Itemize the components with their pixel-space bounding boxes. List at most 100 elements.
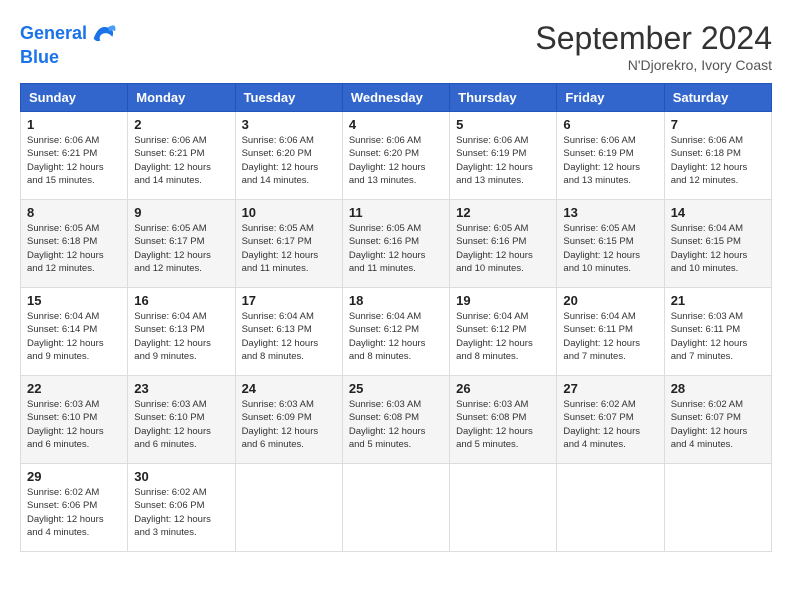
day-number: 24: [242, 381, 336, 396]
day-info: Sunrise: 6:04 AM Sunset: 6:14 PM Dayligh…: [27, 310, 121, 363]
day-info: Sunrise: 6:06 AM Sunset: 6:19 PM Dayligh…: [563, 134, 657, 187]
calendar-week-row: 22 Sunrise: 6:03 AM Sunset: 6:10 PM Dayl…: [21, 376, 772, 464]
calendar-day-cell: 26 Sunrise: 6:03 AM Sunset: 6:08 PM Dayl…: [450, 376, 557, 464]
day-number: 23: [134, 381, 228, 396]
calendar-header-monday: Monday: [128, 84, 235, 112]
day-info: Sunrise: 6:05 AM Sunset: 6:16 PM Dayligh…: [456, 222, 550, 275]
day-info: Sunrise: 6:04 AM Sunset: 6:12 PM Dayligh…: [349, 310, 443, 363]
calendar-day-cell: 16 Sunrise: 6:04 AM Sunset: 6:13 PM Dayl…: [128, 288, 235, 376]
calendar-day-cell: 20 Sunrise: 6:04 AM Sunset: 6:11 PM Dayl…: [557, 288, 664, 376]
day-info: Sunrise: 6:06 AM Sunset: 6:21 PM Dayligh…: [27, 134, 121, 187]
calendar-header-sunday: Sunday: [21, 84, 128, 112]
calendar-day-cell: 5 Sunrise: 6:06 AM Sunset: 6:19 PM Dayli…: [450, 112, 557, 200]
location: N'Djorekro, Ivory Coast: [535, 57, 772, 73]
day-number: 21: [671, 293, 765, 308]
day-info: Sunrise: 6:06 AM Sunset: 6:20 PM Dayligh…: [349, 134, 443, 187]
day-number: 29: [27, 469, 121, 484]
calendar-day-cell: 7 Sunrise: 6:06 AM Sunset: 6:18 PM Dayli…: [664, 112, 771, 200]
day-number: 16: [134, 293, 228, 308]
calendar-day-cell: 15 Sunrise: 6:04 AM Sunset: 6:14 PM Dayl…: [21, 288, 128, 376]
day-info: Sunrise: 6:03 AM Sunset: 6:10 PM Dayligh…: [27, 398, 121, 451]
day-number: 2: [134, 117, 228, 132]
logo-text: General Blue: [20, 20, 117, 68]
calendar-header-friday: Friday: [557, 84, 664, 112]
calendar-day-cell: 13 Sunrise: 6:05 AM Sunset: 6:15 PM Dayl…: [557, 200, 664, 288]
calendar-week-row: 8 Sunrise: 6:05 AM Sunset: 6:18 PM Dayli…: [21, 200, 772, 288]
calendar-day-cell: 23 Sunrise: 6:03 AM Sunset: 6:10 PM Dayl…: [128, 376, 235, 464]
day-info: Sunrise: 6:04 AM Sunset: 6:12 PM Dayligh…: [456, 310, 550, 363]
day-info: Sunrise: 6:02 AM Sunset: 6:07 PM Dayligh…: [671, 398, 765, 451]
calendar-week-row: 1 Sunrise: 6:06 AM Sunset: 6:21 PM Dayli…: [21, 112, 772, 200]
day-info: Sunrise: 6:05 AM Sunset: 6:15 PM Dayligh…: [563, 222, 657, 275]
day-info: Sunrise: 6:05 AM Sunset: 6:18 PM Dayligh…: [27, 222, 121, 275]
day-info: Sunrise: 6:05 AM Sunset: 6:17 PM Dayligh…: [242, 222, 336, 275]
day-info: Sunrise: 6:06 AM Sunset: 6:19 PM Dayligh…: [456, 134, 550, 187]
calendar-week-row: 15 Sunrise: 6:04 AM Sunset: 6:14 PM Dayl…: [21, 288, 772, 376]
day-number: 20: [563, 293, 657, 308]
day-info: Sunrise: 6:05 AM Sunset: 6:16 PM Dayligh…: [349, 222, 443, 275]
logo-bird-icon: [89, 20, 117, 48]
day-number: 26: [456, 381, 550, 396]
calendar-day-cell: 18 Sunrise: 6:04 AM Sunset: 6:12 PM Dayl…: [342, 288, 449, 376]
calendar-day-cell: 24 Sunrise: 6:03 AM Sunset: 6:09 PM Dayl…: [235, 376, 342, 464]
calendar-header-wednesday: Wednesday: [342, 84, 449, 112]
logo: General Blue: [20, 20, 117, 68]
day-number: 30: [134, 469, 228, 484]
calendar-day-cell: 30 Sunrise: 6:02 AM Sunset: 6:06 PM Dayl…: [128, 464, 235, 552]
day-info: Sunrise: 6:03 AM Sunset: 6:09 PM Dayligh…: [242, 398, 336, 451]
calendar-day-cell: 12 Sunrise: 6:05 AM Sunset: 6:16 PM Dayl…: [450, 200, 557, 288]
calendar-day-cell: 17 Sunrise: 6:04 AM Sunset: 6:13 PM Dayl…: [235, 288, 342, 376]
day-number: 11: [349, 205, 443, 220]
calendar-day-cell: 21 Sunrise: 6:03 AM Sunset: 6:11 PM Dayl…: [664, 288, 771, 376]
day-number: 17: [242, 293, 336, 308]
calendar-day-cell: 27 Sunrise: 6:02 AM Sunset: 6:07 PM Dayl…: [557, 376, 664, 464]
day-info: Sunrise: 6:06 AM Sunset: 6:18 PM Dayligh…: [671, 134, 765, 187]
calendar-header-saturday: Saturday: [664, 84, 771, 112]
calendar-week-row: 29 Sunrise: 6:02 AM Sunset: 6:06 PM Dayl…: [21, 464, 772, 552]
page-header: General Blue September 2024 N'Djorekro, …: [20, 20, 772, 73]
day-info: Sunrise: 6:06 AM Sunset: 6:21 PM Dayligh…: [134, 134, 228, 187]
calendar-header-tuesday: Tuesday: [235, 84, 342, 112]
day-number: 1: [27, 117, 121, 132]
day-info: Sunrise: 6:05 AM Sunset: 6:17 PM Dayligh…: [134, 222, 228, 275]
day-number: 8: [27, 205, 121, 220]
day-info: Sunrise: 6:03 AM Sunset: 6:08 PM Dayligh…: [349, 398, 443, 451]
calendar-day-cell: [557, 464, 664, 552]
day-number: 4: [349, 117, 443, 132]
title-section: September 2024 N'Djorekro, Ivory Coast: [535, 20, 772, 73]
day-number: 5: [456, 117, 550, 132]
calendar-day-cell: 14 Sunrise: 6:04 AM Sunset: 6:15 PM Dayl…: [664, 200, 771, 288]
calendar-day-cell: 28 Sunrise: 6:02 AM Sunset: 6:07 PM Dayl…: [664, 376, 771, 464]
day-number: 28: [671, 381, 765, 396]
day-number: 18: [349, 293, 443, 308]
day-number: 15: [27, 293, 121, 308]
calendar-day-cell: 4 Sunrise: 6:06 AM Sunset: 6:20 PM Dayli…: [342, 112, 449, 200]
calendar-day-cell: 25 Sunrise: 6:03 AM Sunset: 6:08 PM Dayl…: [342, 376, 449, 464]
day-info: Sunrise: 6:06 AM Sunset: 6:20 PM Dayligh…: [242, 134, 336, 187]
day-number: 27: [563, 381, 657, 396]
day-info: Sunrise: 6:03 AM Sunset: 6:08 PM Dayligh…: [456, 398, 550, 451]
calendar-day-cell: [342, 464, 449, 552]
calendar-day-cell: [450, 464, 557, 552]
calendar-day-cell: 10 Sunrise: 6:05 AM Sunset: 6:17 PM Dayl…: [235, 200, 342, 288]
calendar-header-row: SundayMondayTuesdayWednesdayThursdayFrid…: [21, 84, 772, 112]
day-number: 13: [563, 205, 657, 220]
calendar-table: SundayMondayTuesdayWednesdayThursdayFrid…: [20, 83, 772, 552]
day-number: 10: [242, 205, 336, 220]
calendar-day-cell: 22 Sunrise: 6:03 AM Sunset: 6:10 PM Dayl…: [21, 376, 128, 464]
day-number: 9: [134, 205, 228, 220]
calendar-day-cell: 2 Sunrise: 6:06 AM Sunset: 6:21 PM Dayli…: [128, 112, 235, 200]
day-info: Sunrise: 6:04 AM Sunset: 6:15 PM Dayligh…: [671, 222, 765, 275]
day-number: 7: [671, 117, 765, 132]
calendar-day-cell: 9 Sunrise: 6:05 AM Sunset: 6:17 PM Dayli…: [128, 200, 235, 288]
day-info: Sunrise: 6:02 AM Sunset: 6:06 PM Dayligh…: [27, 486, 121, 539]
day-number: 22: [27, 381, 121, 396]
day-info: Sunrise: 6:02 AM Sunset: 6:06 PM Dayligh…: [134, 486, 228, 539]
calendar-day-cell: 1 Sunrise: 6:06 AM Sunset: 6:21 PM Dayli…: [21, 112, 128, 200]
day-number: 12: [456, 205, 550, 220]
calendar-day-cell: [235, 464, 342, 552]
day-info: Sunrise: 6:03 AM Sunset: 6:10 PM Dayligh…: [134, 398, 228, 451]
calendar-day-cell: [664, 464, 771, 552]
calendar-day-cell: 11 Sunrise: 6:05 AM Sunset: 6:16 PM Dayl…: [342, 200, 449, 288]
day-number: 25: [349, 381, 443, 396]
